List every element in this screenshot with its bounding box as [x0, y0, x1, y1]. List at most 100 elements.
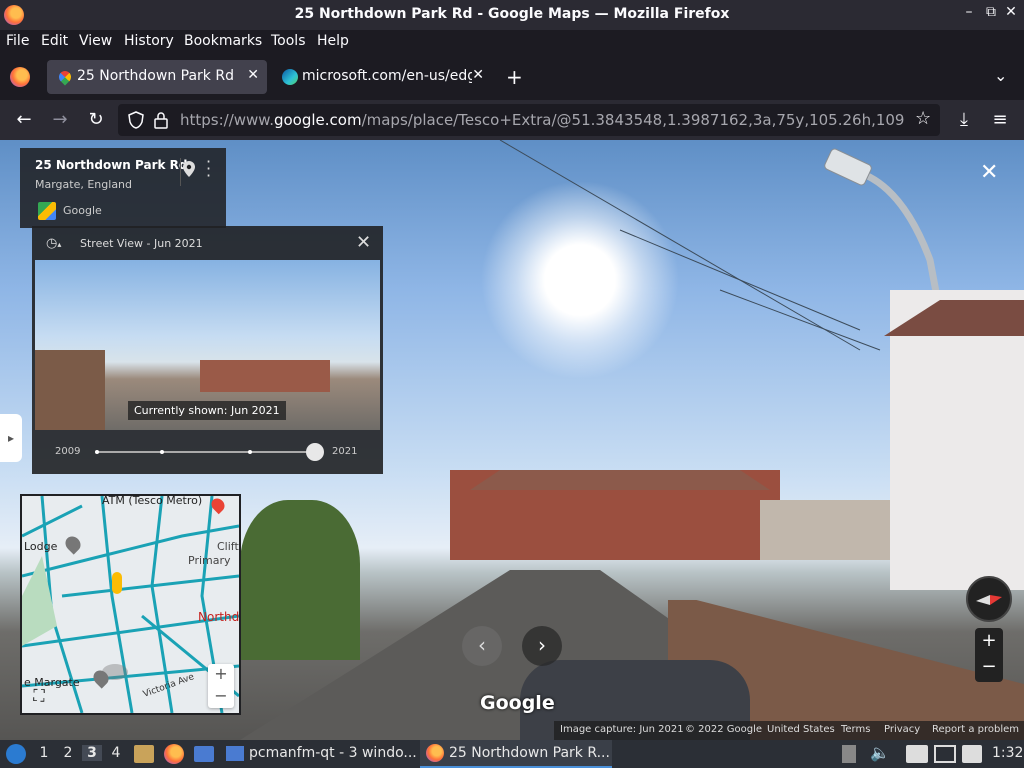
menu-bookmarks[interactable]: Bookmarks	[184, 33, 262, 49]
divider	[180, 158, 181, 186]
roof	[470, 470, 770, 490]
timeline-end-year: 2021	[332, 446, 358, 457]
minimap-label: Northd	[198, 610, 240, 624]
new-tab-button[interactable]: +	[506, 65, 523, 89]
task-label: pcmanfm-qt - 3 windo...	[249, 745, 417, 761]
image-capture-date: Image capture: Jun 2021	[560, 724, 684, 735]
tab-google-maps[interactable]: 25 Northdown Park Rd - ( ✕	[47, 60, 267, 94]
next-arrow-button[interactable]: ›	[522, 626, 562, 666]
menu-bar: File Edit View History Bookmarks Tools H…	[0, 30, 1024, 54]
tab-microsoft[interactable]: microsoft.com/en-us/edg ✕	[272, 60, 492, 94]
place-info-card: 25 Northdown Park Rd Margate, England Go…	[20, 148, 226, 228]
window-title: 25 Northdown Park Rd - Google Maps — Moz…	[294, 6, 730, 22]
country-link[interactable]: United States	[767, 724, 835, 735]
navigation-bar: ← → ↻ https://www.google.com/maps/place/…	[0, 100, 1024, 140]
network-icon[interactable]	[934, 745, 956, 763]
maximize-button[interactable]: ⧉	[982, 4, 1000, 20]
zoom-out-button[interactable]: −	[975, 656, 1003, 677]
minimap[interactable]: ATM (Tesco Metro) Lodge Clift Primary No…	[20, 494, 241, 715]
history-clock-icon[interactable]: ◷▴	[46, 236, 61, 251]
timeline-year-marker[interactable]	[247, 450, 252, 454]
hedge	[240, 500, 360, 660]
clipboard-icon[interactable]	[906, 745, 928, 763]
time-travel-panel: ◷▴ Street View - Jun 2021 ✕ Currently sh…	[32, 226, 383, 474]
currently-shown-tooltip: Currently shown: Jun 2021	[128, 401, 286, 420]
start-menu-icon[interactable]	[6, 744, 26, 764]
fullscreen-icon[interactable]: ⛶	[28, 686, 50, 708]
timeline-year-marker[interactable]	[95, 450, 99, 454]
clock: 1:32	[992, 745, 1024, 761]
minimap-zoom-out-button[interactable]: −	[208, 686, 234, 705]
minimap-label: ATM (Tesco Metro)	[102, 494, 203, 507]
minimap-label: Lodge	[24, 540, 58, 553]
privacy-link[interactable]: Privacy	[884, 724, 920, 735]
close-window-button[interactable]: ✕	[1002, 4, 1020, 20]
minimap-label: Primary	[188, 554, 231, 567]
task-pcmanfm[interactable]: pcmanfm-qt - 3 windo...	[222, 740, 418, 768]
tab-bar: 25 Northdown Park Rd - ( ✕ microsoft.com…	[0, 54, 1024, 100]
compass-button[interactable]	[966, 576, 1012, 622]
downloads-icon[interactable]: ⤓	[952, 108, 976, 132]
previous-arrow-button[interactable]: ‹	[462, 626, 502, 666]
bookmark-star-icon[interactable]: ☆	[915, 108, 931, 129]
firefox-icon	[426, 744, 444, 762]
updates-icon[interactable]	[842, 745, 856, 763]
workspace-4[interactable]: 4	[106, 745, 126, 761]
menu-help[interactable]: Help	[317, 33, 349, 49]
task-label: 25 Northdown Park R...	[449, 745, 610, 761]
google-maps-icon	[38, 202, 56, 220]
shield-icon[interactable]	[128, 111, 144, 129]
zoom-controls: + −	[975, 628, 1003, 682]
copyright: © 2022 Google	[685, 724, 763, 735]
timeline-year-marker[interactable]	[160, 450, 165, 454]
task-firefox[interactable]: 25 Northdown Park R...	[420, 740, 612, 768]
forward-button[interactable]: →	[48, 108, 72, 132]
google-maps-icon	[56, 68, 74, 86]
url-bar[interactable]: https://www.google.com/maps/place/Tesco+…	[118, 104, 940, 136]
close-tab-icon[interactable]: ✕	[247, 67, 259, 83]
menu-file[interactable]: File	[6, 33, 29, 49]
firefox-launcher-icon[interactable]	[164, 744, 184, 764]
preview-houses	[200, 360, 330, 392]
menu-history[interactable]: History	[124, 33, 174, 49]
footer-bar: Image capture: Jun 2021 © 2022 Google Un…	[554, 721, 1024, 740]
preview-fence	[35, 350, 105, 430]
firefox-view-icon[interactable]	[10, 67, 30, 87]
notes-icon[interactable]	[962, 745, 982, 763]
place-locality: Margate, England	[35, 178, 133, 191]
minimize-button[interactable]: –	[960, 4, 978, 20]
report-problem-link[interactable]: Report a problem	[932, 724, 1019, 735]
close-timeline-icon[interactable]: ✕	[356, 232, 371, 253]
menu-view[interactable]: View	[79, 33, 112, 49]
app-menu-icon[interactable]: ≡	[988, 108, 1012, 132]
file-manager-icon[interactable]	[134, 745, 154, 763]
timeline-slider-track[interactable]	[95, 443, 324, 461]
workspace-3[interactable]: 3	[82, 745, 102, 761]
desktop-icon[interactable]	[194, 746, 214, 762]
window-titlebar: 25 Northdown Park Rd - Google Maps — Moz…	[0, 0, 1024, 30]
list-tabs-icon[interactable]: ⌄	[994, 66, 1007, 85]
expand-panel-button[interactable]: ▸	[0, 414, 22, 462]
url-text: https://www.google.com/maps/place/Tesco+…	[180, 111, 906, 129]
place-name: 25 Northdown Park Rd	[35, 158, 188, 172]
menu-tools[interactable]: Tools	[271, 33, 306, 49]
more-options-icon[interactable]: · · ·	[206, 154, 211, 184]
close-street-view-icon[interactable]: ✕	[980, 160, 998, 185]
zoom-in-button[interactable]: +	[975, 630, 1003, 651]
close-tab-icon[interactable]: ✕	[472, 67, 484, 83]
compass-needle-icon	[976, 595, 1002, 605]
terms-link[interactable]: Terms	[841, 724, 870, 735]
edge-icon	[282, 69, 298, 85]
reload-button[interactable]: ↻	[84, 108, 108, 132]
pegman-icon[interactable]	[112, 572, 122, 594]
volume-icon[interactable]: 🔈	[870, 743, 890, 762]
menu-edit[interactable]: Edit	[41, 33, 68, 49]
workspace-1[interactable]: 1	[34, 745, 54, 761]
minimap-label: Clift	[217, 540, 239, 553]
minimap-zoom-in-button[interactable]: +	[208, 664, 234, 683]
back-button[interactable]: ←	[12, 108, 36, 132]
location-pin-icon[interactable]	[182, 160, 196, 178]
lock-icon[interactable]	[154, 111, 168, 129]
workspace-2[interactable]: 2	[58, 745, 78, 761]
timeline-slider-thumb[interactable]	[306, 443, 324, 461]
